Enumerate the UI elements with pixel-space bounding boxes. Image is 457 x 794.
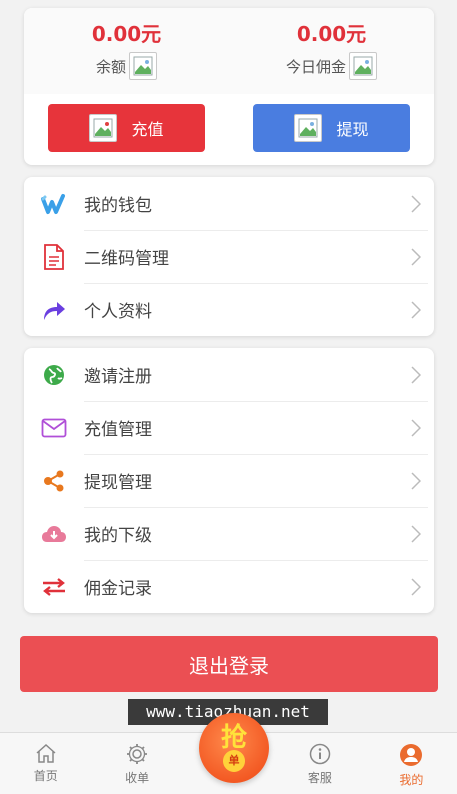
nav-service[interactable]: 客服 [274,733,365,794]
menu-item-wallet[interactable]: 我的钱包 [24,177,434,230]
share-arrow-icon [24,299,84,321]
user-icon [399,743,423,770]
menu-item-withdraw-management[interactable]: 提现管理 [24,454,434,507]
wallet-icon [24,193,84,215]
recharge-label: 充值 [131,120,164,139]
recharge-button[interactable]: 充值 [48,104,205,152]
menu-item-invite[interactable]: 邀请注册 [24,348,434,401]
info-icon [309,743,331,768]
chevron-right-icon [398,194,434,213]
cloud-download-icon [24,524,84,544]
chevron-right-icon [398,471,434,490]
chevron-right-icon [398,524,434,543]
share-nodes-icon [24,470,84,492]
menu-group-account: 我的钱包 二维码管理 个人资料 [24,177,434,336]
commission-block: 0.00元 今日佣金 [229,8,434,94]
menu-group-management: 邀请注册 充值管理 提现管理 我的下级 佣金记录 [24,348,434,613]
chevron-right-icon [398,300,434,319]
menu-item-profile[interactable]: 个人资料 [24,283,434,336]
balance-block: 0.00元 余额 [24,8,229,94]
nav-label: 客服 [307,771,332,785]
chevron-right-icon [398,418,434,437]
globe-icon [24,364,84,386]
menu-item-label: 二维码管理 [84,249,169,269]
transfer-arrows-icon [24,577,84,597]
commission-label: 今日佣金 [285,57,346,76]
nav-label: 我的 [399,773,424,787]
gear-icon [126,743,148,768]
nav-home[interactable]: 首页 [0,733,91,794]
menu-item-label: 充值管理 [84,420,152,440]
nav-label: 收单 [125,771,150,785]
logout-button[interactable]: 退出登录 [20,636,438,692]
chevron-right-icon [398,365,434,384]
menu-item-subordinates[interactable]: 我的下级 [24,507,434,560]
withdraw-button[interactable]: 提现 [253,104,410,152]
chevron-right-icon [398,247,434,266]
broken-image-icon [294,114,323,142]
menu-item-label: 提现管理 [84,473,152,493]
nav-orders[interactable]: 收单 [91,733,182,794]
home-icon [35,743,57,766]
broken-image-icon [89,114,118,142]
grab-order-button[interactable]: 抢 单 [199,713,269,783]
document-icon [24,243,84,270]
menu-item-label: 个人资料 [84,302,152,322]
menu-item-commission-records[interactable]: 佣金记录 [24,560,434,613]
menu-item-label: 佣金记录 [84,579,152,599]
balance-summary: 0.00元 余额 0.00元 今日佣金 [24,8,434,94]
chevron-right-icon [398,577,434,596]
broken-image-icon [349,52,377,80]
envelope-icon [24,418,84,438]
balance-label: 余额 [95,57,126,76]
grab-order-sub-label: 单 [223,750,245,772]
commission-amount: 0.00元 [296,22,367,46]
menu-item-label: 邀请注册 [84,367,152,387]
grab-order-label: 抢 [220,723,247,753]
balance-card: 0.00元 余额 0.00元 今日佣金 充值 提现 [24,8,434,165]
menu-item-qrcode[interactable]: 二维码管理 [24,230,434,283]
menu-item-label: 我的钱包 [84,196,152,216]
nav-label: 首页 [33,769,58,783]
withdraw-label: 提现 [336,120,369,139]
balance-amount: 0.00元 [91,22,162,46]
menu-item-recharge-management[interactable]: 充值管理 [24,401,434,454]
broken-image-icon [129,52,157,80]
nav-mine[interactable]: 我的 [366,733,457,794]
menu-item-label: 我的下级 [84,526,152,546]
